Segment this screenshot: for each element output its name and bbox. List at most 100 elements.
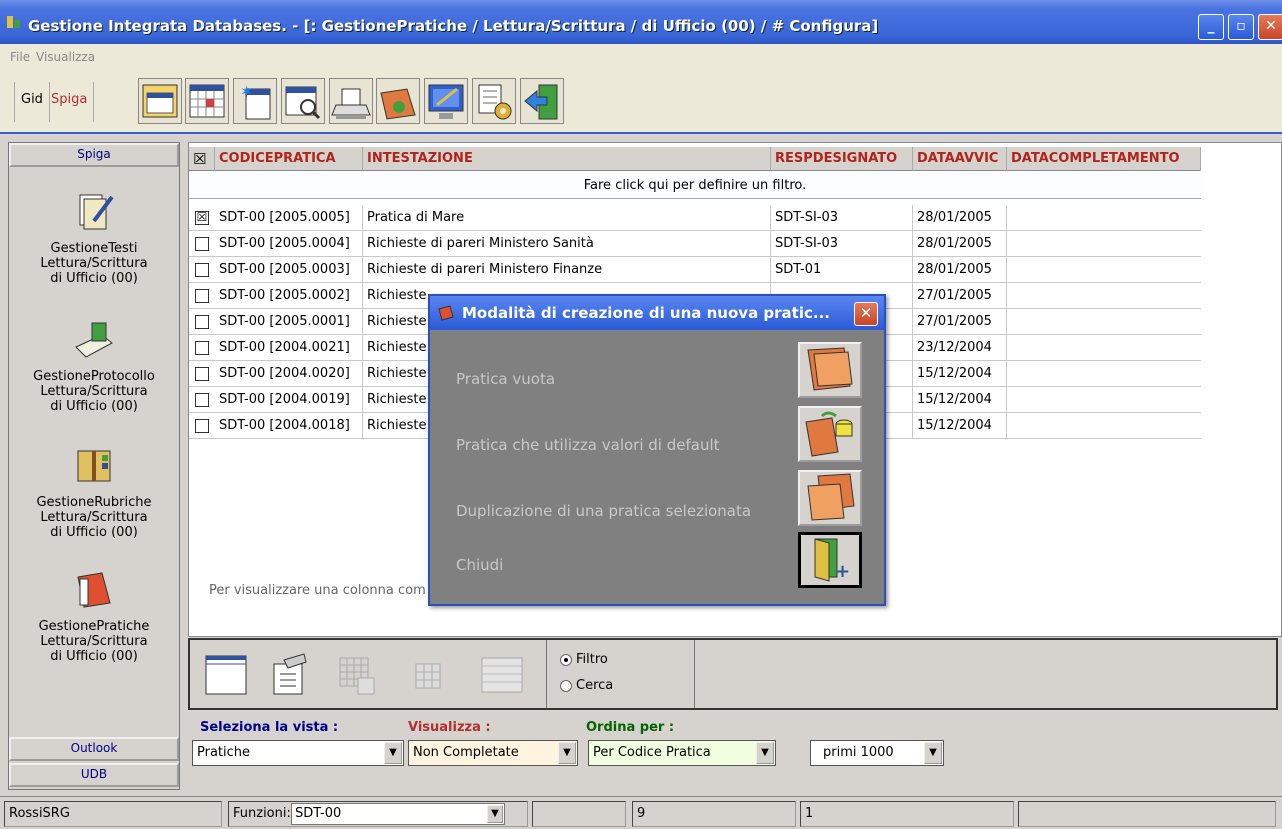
radio-filtro[interactable]: Filtro: [560, 652, 608, 667]
option-duplicazione-label[interactable]: Duplicazione di una pratica selezionata: [456, 502, 751, 520]
monitor-edit-icon[interactable]: [424, 78, 468, 124]
sidebar-outlook-button[interactable]: Outlook: [9, 737, 179, 761]
dialog-close-button[interactable]: ✕: [854, 302, 878, 326]
view-selection-bar: Seleziona la vista : Visualizza : Ordina…: [188, 716, 1282, 790]
sidebar-item-gestionerubriche[interactable]: GestioneRubriche Lettura/Scrittura di Uf…: [9, 443, 179, 540]
cell-data: 27/01/2005: [913, 283, 1007, 309]
sidebar-item-gestioneprotocollo[interactable]: GestioneProtocollo Lettura/Scrittura di …: [9, 317, 179, 414]
cell-codice: SDT-00 [2005.0003]: [215, 257, 363, 283]
folder-database-icon: [805, 411, 853, 457]
single-view-icon[interactable]: [204, 650, 248, 700]
sidebar-header-spiga[interactable]: Spiga: [9, 143, 179, 167]
visualizza-select[interactable]: Non Completate ▼: [408, 740, 578, 766]
sidebar-item-sublabel: di Ufficio (00): [50, 271, 138, 286]
chiudi-button[interactable]: +: [798, 532, 862, 588]
funzioni-select[interactable]: SDT-00 ▼: [291, 803, 505, 825]
close-window-button[interactable]: ✕: [1258, 14, 1282, 40]
row-checkbox[interactable]: ☒: [195, 211, 209, 225]
minimize-button[interactable]: _: [1198, 14, 1224, 40]
cell-codice: SDT-00 [2004.0019]: [215, 387, 363, 413]
chevron-down-icon[interactable]: ▼: [487, 805, 503, 823]
new-pratica-dialog: Modalità di creazione di una nuova prati…: [428, 294, 886, 606]
chevron-down-icon[interactable]: ▼: [756, 742, 774, 764]
visualizza-label: Visualizza :: [408, 720, 491, 735]
printer-icon[interactable]: [329, 78, 373, 124]
dialog-title-bar: Modalità di creazione di una nuova prati…: [430, 296, 884, 330]
column-header-respdesignato[interactable]: RESPDESIGNATO: [771, 147, 913, 171]
menu-bar: File Visualizza: [0, 44, 1282, 72]
sidebar-item-label: GestioneProtocollo: [33, 369, 155, 384]
cell-codice: SDT-00 [2005.0004]: [215, 231, 363, 257]
vista-select[interactable]: Pratiche ▼: [192, 740, 404, 766]
refresh-folder-icon[interactable]: [376, 78, 420, 124]
table-row[interactable]: ☒ SDT-00 [2005.0005] Pratica di Mare SDT…: [189, 205, 1201, 231]
radio-dot: [560, 679, 572, 692]
row-checkbox[interactable]: [195, 393, 209, 407]
row-checkbox[interactable]: [195, 419, 209, 433]
address-book-icon: [77, 450, 111, 482]
cell-data: 28/01/2005: [913, 231, 1007, 257]
chevron-down-icon[interactable]: ▼: [924, 742, 942, 764]
row-checkbox[interactable]: [195, 289, 209, 303]
menu-visualizza[interactable]: Visualizza: [36, 50, 95, 64]
option-pratica-vuota-label[interactable]: Pratica vuota: [456, 370, 555, 388]
cell-resp: SDT-SI-03: [771, 231, 913, 257]
new-document-icon[interactable]: ✶: [233, 78, 277, 124]
cell-codice: SDT-00 [2005.0001]: [215, 309, 363, 335]
column-header-datacompletamento[interactable]: DATACOMPLETAMENTO: [1007, 147, 1201, 171]
tab-spiga[interactable]: Spiga: [45, 82, 95, 122]
funzioni-value: SDT-00: [295, 806, 342, 821]
row-checkbox[interactable]: [195, 263, 209, 277]
chevron-down-icon[interactable]: ▼: [558, 742, 576, 764]
table-row[interactable]: SDT-00 [2005.0004] Richieste di pareri M…: [189, 231, 1201, 257]
sidebar-item-gestionepratiche[interactable]: GestionePratiche Lettura/Scrittura di Uf…: [9, 567, 179, 664]
exit-door-icon: +: [814, 538, 850, 582]
option-pratica-default-label[interactable]: Pratica che utilizza valori di default: [456, 436, 720, 454]
row-checkbox[interactable]: [195, 341, 209, 355]
column-header-codicepratica[interactable]: CODICEPRATICA: [215, 147, 363, 171]
duplicazione-button[interactable]: [798, 470, 862, 526]
grid-view-icon[interactable]: [185, 78, 229, 124]
radio-filtro-label: Filtro: [576, 652, 608, 667]
pratica-default-button[interactable]: [798, 406, 862, 462]
table-folder-icon[interactable]: [138, 78, 182, 124]
row-checkbox[interactable]: [195, 367, 209, 381]
sidebar-item-gestionetesti[interactable]: GestioneTesti Lettura/Scrittura di Uffic…: [9, 189, 179, 286]
duplicate-folders-icon: [807, 473, 855, 521]
document-hand-icon[interactable]: [266, 650, 310, 700]
ordina-select[interactable]: Per Codice Pratica ▼: [588, 740, 776, 766]
filter-row[interactable]: Fare click qui per definire un filtro.: [189, 173, 1201, 199]
ordina-label: Ordina per :: [586, 720, 675, 735]
exit-icon[interactable]: [520, 78, 564, 124]
menu-file[interactable]: File: [10, 50, 30, 64]
limit-select[interactable]: primi 1000 ▼: [810, 740, 944, 766]
cell-codice: SDT-00 [2005.0002]: [215, 283, 363, 309]
sidebar-item-sublabel: Lettura/Scrittura: [40, 634, 148, 649]
column-header-dataavvio[interactable]: DATAAVVIC: [913, 147, 1007, 171]
app-icon: [7, 16, 20, 28]
select-all-checkbox[interactable]: ☒: [189, 147, 215, 171]
sidebar-item-sublabel: di Ufficio (00): [50, 399, 138, 414]
search-document-icon[interactable]: [281, 78, 325, 124]
dialog-icon: [438, 305, 454, 321]
row-checkbox[interactable]: [195, 237, 209, 251]
chevron-down-icon[interactable]: ▼: [384, 742, 402, 764]
sidebar: Spiga GestioneTesti Lettura/Scrittura di…: [8, 142, 180, 790]
sidebar-item-sublabel: Lettura/Scrittura: [40, 510, 148, 525]
sidebar-item-sublabel: Lettura/Scrittura: [40, 256, 148, 271]
calendar-disabled-icon: [481, 657, 523, 693]
cell-resp: SDT-01: [771, 257, 913, 283]
settings-icon[interactable]: [472, 78, 516, 124]
row-checkbox[interactable]: [195, 315, 209, 329]
option-chiudi-label[interactable]: Chiudi: [456, 556, 503, 574]
status-blank: [532, 801, 626, 827]
table-row[interactable]: SDT-00 [2005.0003] Richieste di pareri M…: [189, 257, 1201, 283]
sidebar-udb-button[interactable]: UDB: [9, 763, 179, 787]
sidebar-item-label: GestioneTesti: [50, 241, 138, 256]
visualizza-select-value: Non Completate: [413, 745, 519, 760]
cell-data: 23/12/2004: [913, 335, 1007, 361]
radio-cerca[interactable]: Cerca: [560, 678, 613, 693]
column-header-intestazione[interactable]: INTESTAZIONE: [363, 147, 771, 171]
pratica-vuota-button[interactable]: [798, 342, 862, 398]
restore-button[interactable]: ▫: [1228, 14, 1254, 40]
